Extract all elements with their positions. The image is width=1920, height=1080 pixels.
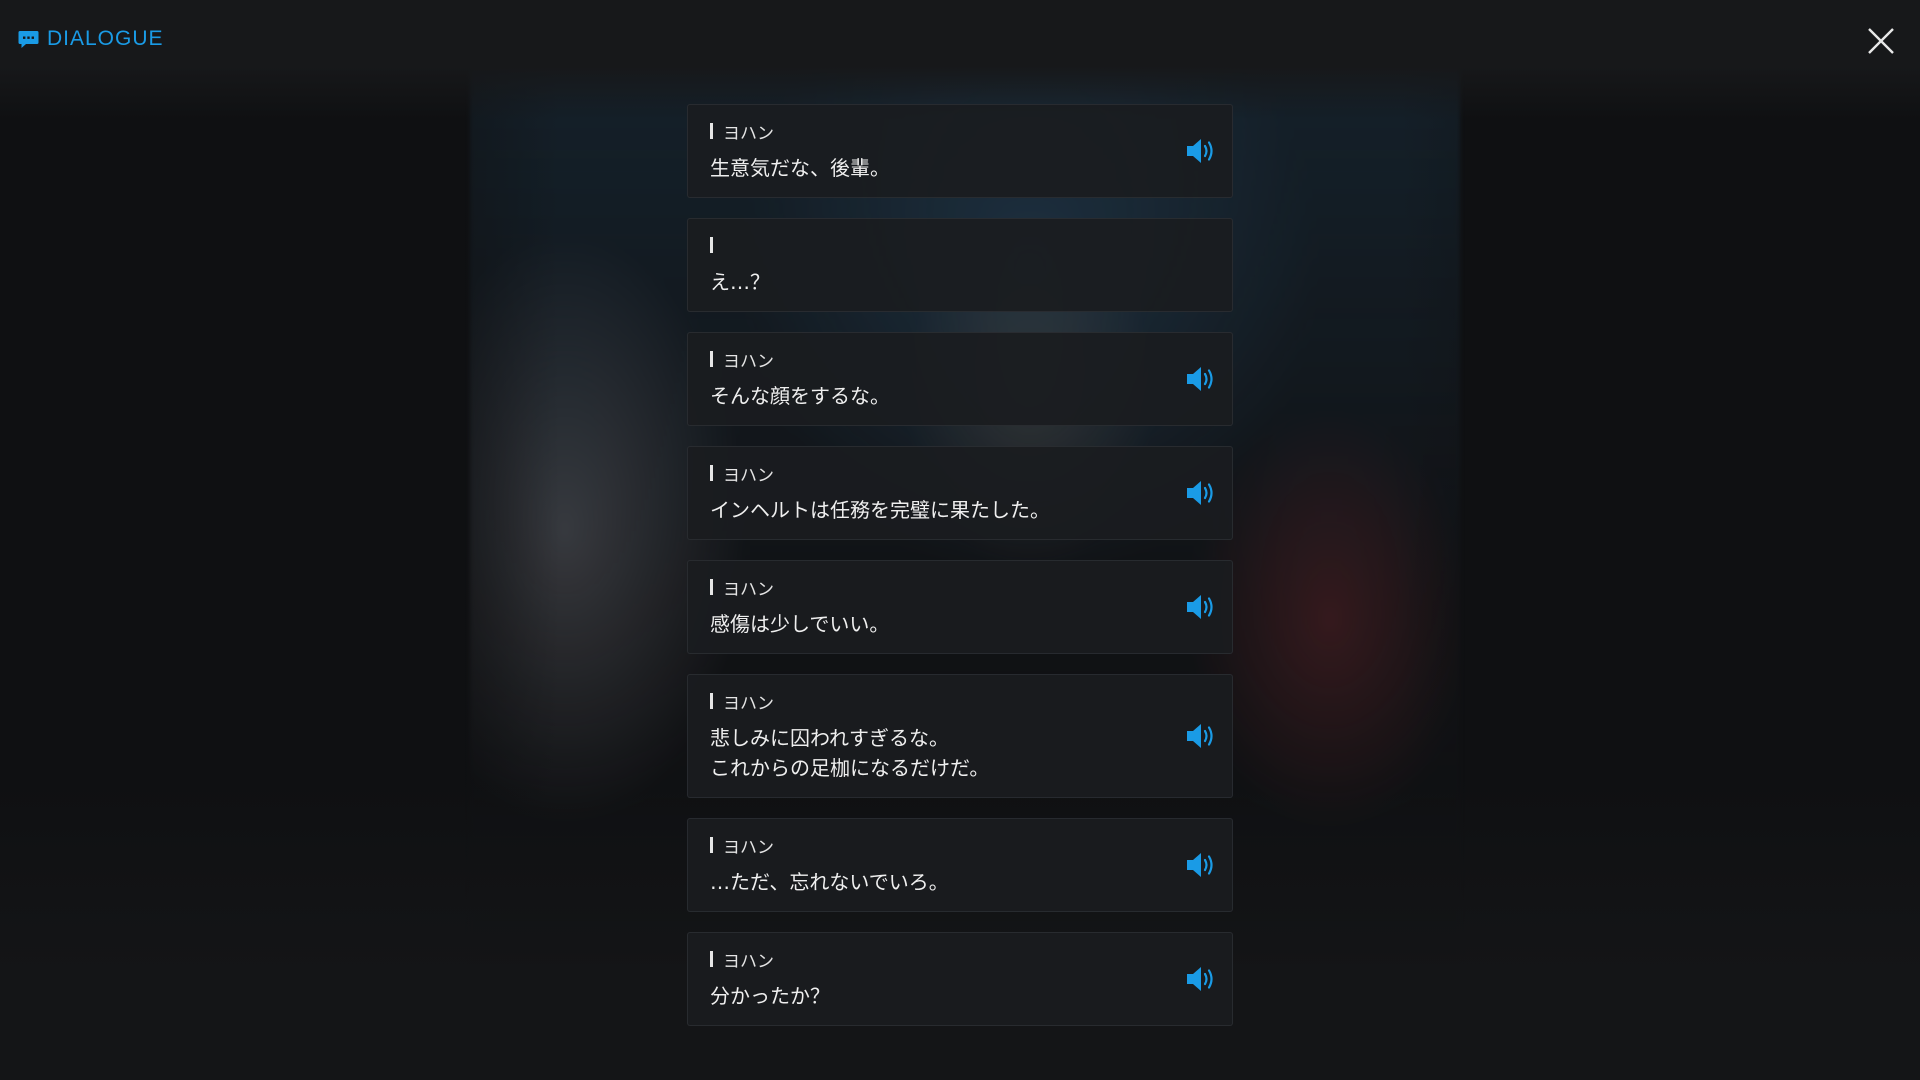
dialogue-entry: ヨハン感傷は少しでいい。: [687, 560, 1233, 654]
dialogue-header: DIALOGUE: [18, 27, 164, 51]
play-voice-button[interactable]: [1184, 134, 1220, 168]
speaker-marker: [710, 123, 713, 139]
dialogue-entry: ヨハン生意気だな、後輩。: [687, 104, 1233, 198]
speaker-tag: ヨハン: [710, 577, 1152, 600]
dialogue-entry: ヨハン分かったか？: [687, 932, 1233, 1026]
speaker-icon: [1187, 481, 1213, 505]
speaker-icon: [1187, 853, 1213, 877]
speaker-name: ヨハン: [723, 951, 774, 972]
dialogue-text: 悲しみに囚われすぎるな。 これからの足枷になるだけだ。: [710, 726, 990, 780]
speaker-name: ヨハン: [723, 351, 774, 372]
speaker-tag: ヨハン: [710, 691, 1152, 714]
speaker-marker: [710, 465, 713, 481]
speaker-tag: ヨハン: [710, 949, 1152, 972]
speaker-tag: ヨハン: [710, 349, 1152, 372]
speaker-icon: [1187, 595, 1213, 619]
close-button[interactable]: [1864, 24, 1898, 58]
speaker-name: ヨハン: [723, 693, 774, 714]
speaker-tag: ヨハン: [710, 835, 1152, 858]
speaker-marker: [710, 237, 713, 253]
dialogue-entry: え…？: [687, 218, 1233, 312]
speaker-name: ヨハン: [723, 465, 774, 486]
dialogue-log-screen: DIALOGUE ヨハン 生意気だな、後輩。 え…？ ヨハン そんな顔をするな。 ヨハンイ…: [0, 0, 1920, 1080]
play-voice-button[interactable]: [1184, 476, 1220, 510]
chat-bubble-icon: [18, 30, 39, 48]
dialogue-text: インヘルトは任務を完璧に果たした。: [710, 498, 1050, 522]
dialogue-text: 分かったか？: [710, 984, 830, 1008]
speaker-name: ヨハン: [723, 123, 774, 144]
dialogue-list[interactable]: ヨハン 生意気だな、後輩。 え…？ ヨハン そんな顔をするな。 ヨハン インヘルトは任務を完…: [687, 104, 1233, 1046]
dialogue-title: DIALOGUE: [47, 27, 164, 50]
speaker-marker: [710, 351, 713, 367]
play-voice-button[interactable]: [1184, 719, 1220, 753]
speaker-icon: [1187, 967, 1213, 991]
speaker-icon: [1187, 367, 1213, 391]
speaker-name: ヨハン: [723, 837, 774, 858]
play-voice-button[interactable]: [1184, 848, 1220, 882]
dialogue-entry: ヨハンそんな顔をするな。: [687, 332, 1233, 426]
speaker-icon: [1187, 139, 1213, 163]
dialogue-entry: ヨハン …ただ、忘れないでいろ。: [687, 818, 1233, 912]
dialogue-text: そんな顔をするな。: [710, 384, 890, 408]
dialogue-text: 感傷は少しでいい。: [710, 612, 890, 636]
speaker-marker: [710, 693, 713, 709]
dialogue-text: 生意気だな、後輩。: [710, 156, 890, 180]
header-bar: [0, 0, 1920, 120]
speaker-tag: [710, 235, 1152, 255]
close-icon: [1868, 28, 1894, 54]
play-voice-button[interactable]: [1184, 962, 1220, 996]
speaker-icon: [1187, 724, 1213, 748]
dialogue-text: …ただ、忘れないでいろ。: [710, 870, 949, 894]
speaker-marker: [710, 951, 713, 967]
speaker-marker: [710, 579, 713, 595]
speaker-name: ヨハン: [723, 579, 774, 600]
dialogue-text: え…？: [710, 270, 770, 294]
speaker-tag: ヨハン: [710, 121, 1152, 144]
dialogue-entry: ヨハンインヘルトは任務を完璧に果たした。: [687, 446, 1233, 540]
dialogue-entry: ヨハン悲しみに囚われすぎるな。 これからの足枷になるだけだ。: [687, 674, 1233, 798]
play-voice-button[interactable]: [1184, 362, 1220, 396]
speaker-marker: [710, 837, 713, 853]
speaker-tag: ヨハン: [710, 463, 1152, 486]
play-voice-button[interactable]: [1184, 590, 1220, 624]
